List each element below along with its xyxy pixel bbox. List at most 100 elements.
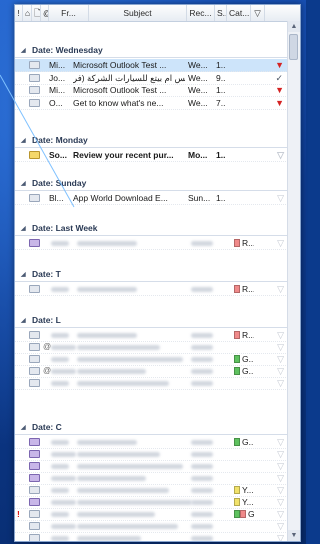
redacted-sender <box>51 464 69 469</box>
empty-flag-icon[interactable]: ▽ <box>277 353 284 365</box>
envelope-icon <box>29 367 40 375</box>
category-label: R... <box>242 330 254 340</box>
redacted-subject <box>77 287 137 292</box>
collapse-triangle-icon[interactable]: ◢ <box>21 424 27 431</box>
group-header[interactable]: ◢ Date: Wednesday <box>15 43 288 58</box>
red-flag-icon[interactable]: ▼ <box>275 97 284 109</box>
red-flag-icon[interactable]: ▼ <box>275 59 284 71</box>
empty-flag-icon[interactable]: ▽ <box>277 508 284 520</box>
redacted-received <box>191 536 213 541</box>
empty-flag-icon[interactable]: ▽ <box>277 149 284 161</box>
collapse-triangle-icon[interactable]: ◢ <box>21 271 27 278</box>
table-row[interactable]: ▽ <box>15 377 288 390</box>
table-row[interactable]: So... Review your recent pur... Mo... 1.. ▽ <box>15 149 288 162</box>
size-cell: 1.. <box>216 85 226 95</box>
envelope-icon <box>29 510 40 518</box>
size-cell: 1.. <box>216 193 226 203</box>
group-header-label: Date: L <box>32 315 61 325</box>
empty-flag-icon[interactable]: ▽ <box>277 365 284 377</box>
meeting-request-icon <box>29 438 40 446</box>
category-label: R... <box>242 238 254 248</box>
col-importance-header[interactable]: ! <box>15 5 23 21</box>
empty-flag-icon[interactable]: ▽ <box>277 448 284 460</box>
meeting-request-icon <box>29 498 40 506</box>
col-subject-header[interactable]: Subject <box>89 5 187 21</box>
empty-flag-icon[interactable]: ▽ <box>277 283 284 295</box>
unread-envelope-icon <box>29 151 40 159</box>
subject-cell: App World Download E... <box>73 193 168 203</box>
empty-flag-icon[interactable]: ▽ <box>277 484 284 496</box>
collapse-triangle-icon[interactable]: ◢ <box>21 225 27 232</box>
redacted-received <box>191 464 213 469</box>
table-row[interactable]: Bl... App World Download E... Sun... 1.. ▽ <box>15 192 288 205</box>
empty-flag-icon[interactable]: ▽ <box>277 532 284 541</box>
table-row[interactable]: R... ▽ <box>15 283 288 296</box>
received-cell: We... <box>188 60 208 70</box>
complete-check-icon[interactable]: ✓ <box>275 72 283 84</box>
table-row[interactable]: R... ▽ <box>15 237 288 250</box>
collapse-triangle-icon[interactable]: ◢ <box>21 47 27 54</box>
empty-flag-icon[interactable]: ▽ <box>277 472 284 484</box>
redacted-received <box>191 488 213 493</box>
empty-flag-icon[interactable]: ▽ <box>277 237 284 249</box>
size-cell: 1.. <box>216 150 226 160</box>
subject-cell: Microsoft Outlook Test ... <box>73 60 167 70</box>
empty-flag-icon[interactable]: ▽ <box>277 341 284 353</box>
received-cell: We... <box>188 98 208 108</box>
empty-flag-icon[interactable]: ▽ <box>277 460 284 472</box>
collapse-triangle-icon[interactable]: ◢ <box>21 137 27 144</box>
col-received-header[interactable]: Rec... <box>187 5 215 21</box>
vertical-scrollbar[interactable]: ▲ ▼ <box>287 21 300 541</box>
table-row[interactable]: ▽ <box>15 532 288 541</box>
red-flag-icon[interactable]: ▼ <box>275 84 284 96</box>
empty-flag-icon[interactable]: ▽ <box>277 436 284 448</box>
envelope-icon <box>29 534 40 541</box>
redacted-sender <box>51 287 69 292</box>
table-row[interactable]: Mi... Microsoft Outlook Test ... We... 1.. ▼ <box>15 59 288 72</box>
col-categories-header[interactable]: Cat... <box>227 5 251 21</box>
table-row[interactable]: Mi... Microsoft Outlook Test ... We... 1.. ▼ <box>15 84 288 97</box>
redacted-sender <box>51 524 76 529</box>
redacted-received <box>191 476 213 481</box>
redacted-sender <box>51 536 69 541</box>
subject-cell: بس ام بيتع للسيارات الشركة (فر... <box>73 73 185 83</box>
col-from-header[interactable]: Fr... <box>49 5 89 21</box>
redacted-received <box>191 369 213 374</box>
scroll-down-arrow-icon[interactable]: ▼ <box>288 530 300 541</box>
col-flag-header[interactable]: ▽ <box>251 5 265 21</box>
scroll-thumb[interactable] <box>289 34 298 60</box>
category-label: R... <box>242 284 254 294</box>
collapse-triangle-icon[interactable]: ◢ <box>21 180 27 187</box>
redacted-subject <box>77 357 183 362</box>
col-icon-header[interactable]: 🗋 <box>32 5 41 21</box>
received-cell: Mo... <box>188 150 208 160</box>
size-cell: 1.. <box>216 60 226 70</box>
empty-flag-icon[interactable]: ▽ <box>277 192 284 204</box>
col-size-header[interactable]: S.. <box>215 5 227 21</box>
group-header[interactable]: ◢ Date: Sunday <box>15 176 288 191</box>
empty-flag-icon[interactable]: ▽ <box>277 377 284 389</box>
redacted-sender <box>51 488 69 493</box>
empty-flag-icon[interactable]: ▽ <box>277 520 284 532</box>
group-header[interactable]: ◢ Date: C <box>15 420 288 435</box>
collapse-triangle-icon[interactable]: ◢ <box>21 317 27 324</box>
group-header-label: Date: Monday <box>32 135 88 145</box>
received-cell: Sun... <box>188 193 211 203</box>
redacted-subject <box>77 524 178 529</box>
empty-flag-icon[interactable]: ▽ <box>277 329 284 341</box>
redacted-received <box>191 333 213 338</box>
group-header[interactable]: ◢ Date: T <box>15 267 288 282</box>
col-attach-header[interactable]: @ <box>41 5 49 21</box>
table-row[interactable]: O... Get to know what's ne... We... 7.. ▼ <box>15 97 288 110</box>
scroll-up-arrow-icon[interactable]: ▲ <box>288 21 300 32</box>
message-list[interactable]: ◢ Date: Wednesday Mi... Microsoft Outlook T… <box>15 22 288 541</box>
group-header[interactable]: ◢ Date: L <box>15 313 288 328</box>
group-header[interactable]: ◢ Date: Last Week <box>15 221 288 236</box>
col-reminder-header[interactable]: ⌂ <box>23 5 32 21</box>
category-label: Y... <box>242 497 254 507</box>
empty-flag-icon[interactable]: ▽ <box>277 496 284 508</box>
category-label: G... <box>242 366 254 376</box>
envelope-icon <box>29 379 40 387</box>
group-header[interactable]: ◢ Date: Monday <box>15 133 288 148</box>
category-color-swatch <box>234 285 240 293</box>
